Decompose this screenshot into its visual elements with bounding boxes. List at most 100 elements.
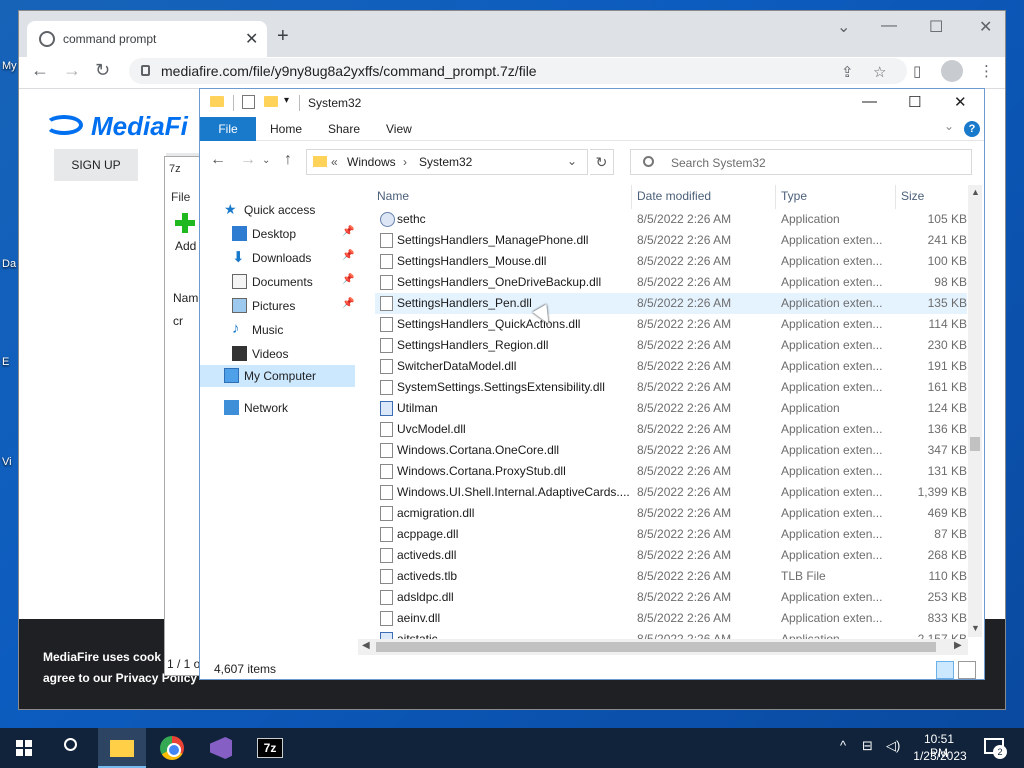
tab-home[interactable]: Home <box>270 122 302 136</box>
file-row[interactable]: SwitcherDataModel.dll 8/5/2022 2:26 AM App… <box>375 356 967 377</box>
forward-icon[interactable]: → <box>240 151 256 169</box>
breadcrumb-overflow[interactable]: « <box>331 155 338 169</box>
taskbar-visual-studio[interactable] <box>198 728 246 768</box>
recent-locations-icon[interactable]: ⌄ <box>262 155 270 166</box>
back-icon[interactable]: ← <box>31 60 49 81</box>
file-row[interactable]: SettingsHandlers_Pen.dll 8/5/2022 2:26 AM… <box>375 293 967 314</box>
browser-tab[interactable]: command prompt ✕ <box>27 21 267 57</box>
file-row[interactable]: Windows.UI.Shell.Internal.AdaptiveCards.… <box>375 482 967 503</box>
file-row[interactable]: SettingsHandlers_Mouse.dll 8/5/2022 2:26 … <box>375 251 967 272</box>
maximize-icon[interactable]: ☐ <box>929 17 943 37</box>
file-row[interactable]: acppage.dll 8/5/2022 2:26 AM Application e… <box>375 524 967 545</box>
bookmark-star-icon[interactable]: ☆ <box>873 63 886 81</box>
file-row[interactable]: sethc 8/5/2022 2:26 AM Application 105 KB <box>375 209 967 230</box>
scroll-left-icon[interactable]: ◀ <box>362 640 370 651</box>
clock-date[interactable]: 1/23/2023 <box>912 749 968 763</box>
close-icon[interactable]: ✕ <box>954 93 967 111</box>
close-icon[interactable]: ✕ <box>979 17 992 37</box>
large-icons-view-icon[interactable] <box>958 661 976 679</box>
column-header-name[interactable]: Name <box>377 189 409 203</box>
file-row[interactable]: activeds.dll 8/5/2022 2:26 AM Application … <box>375 545 967 566</box>
scrollbar-thumb[interactable] <box>970 437 980 451</box>
share-icon[interactable]: ⇪ <box>841 63 854 81</box>
nav-music[interactable]: ♪ Music <box>200 319 360 341</box>
new-folder-icon[interactable] <box>264 96 278 107</box>
url-text[interactable]: mediafire.com/file/y9ny8ug8a2yxffs/comma… <box>161 63 537 79</box>
add-icon[interactable] <box>175 213 195 233</box>
sevenzip-menu-file[interactable]: File <box>171 190 190 204</box>
file-row[interactable]: aeinv.dll 8/5/2022 2:26 AM Application ext… <box>375 608 967 629</box>
desktop-icon-label[interactable]: E <box>2 356 9 368</box>
close-tab-icon[interactable]: ✕ <box>245 29 258 49</box>
details-view-icon[interactable] <box>936 661 954 679</box>
horizontal-scrollbar[interactable]: ◀ ▶ <box>358 639 968 655</box>
column-header-size[interactable]: Size <box>901 189 924 203</box>
file-row[interactable]: Utilman 8/5/2022 2:26 AM Application 124 KB <box>375 398 967 419</box>
scroll-right-icon[interactable]: ▶ <box>954 640 962 651</box>
nav-quick-access[interactable]: ★ Quick access <box>200 199 360 221</box>
file-row[interactable]: acmigration.dll 8/5/2022 2:26 AM Applicati… <box>375 503 967 524</box>
file-row[interactable]: SettingsHandlers_ManagePhone.dll 8/5/2022… <box>375 230 967 251</box>
show-hidden-icons-icon[interactable]: ^ <box>840 738 846 753</box>
column-divider[interactable] <box>895 185 896 209</box>
file-row[interactable]: activeds.tlb 8/5/2022 2:26 AM TLB File 110 … <box>375 566 967 587</box>
tab-search-icon[interactable]: ⌄ <box>837 17 850 37</box>
address-bar[interactable]: mediafire.com/file/y9ny8ug8a2yxffs/comma… <box>129 58 907 84</box>
column-divider[interactable] <box>631 185 632 209</box>
column-name[interactable]: Nam <box>173 291 198 305</box>
minimize-icon[interactable]: — <box>862 93 877 110</box>
mediafire-logo[interactable]: MediaFi <box>91 111 188 142</box>
scrollbar-thumb[interactable] <box>376 642 936 652</box>
file-row[interactable]: SettingsHandlers_QuickActions.dll 8/5/202… <box>375 314 967 335</box>
scroll-down-icon[interactable]: ▼ <box>971 623 980 633</box>
up-icon[interactable]: ↑ <box>284 151 292 169</box>
volume-icon[interactable]: ◁) <box>886 738 900 754</box>
tab-file[interactable]: File <box>200 117 256 141</box>
taskbar-file-explorer[interactable] <box>98 728 146 768</box>
file-row[interactable]: Windows.Cortana.OneCore.dll 8/5/2022 2:26… <box>375 440 967 461</box>
nav-videos[interactable]: Videos <box>200 343 360 365</box>
add-button-label[interactable]: Add <box>175 239 196 253</box>
column-divider[interactable] <box>775 185 776 209</box>
address-bar[interactable]: « Windows › System32 ⌄ <box>306 149 588 175</box>
profile-avatar[interactable] <box>941 60 963 82</box>
archive-row[interactable]: cr <box>173 314 183 328</box>
nav-documents[interactable]: Documents 📌 <box>200 271 360 293</box>
file-row[interactable]: adsldpc.dll 8/5/2022 2:26 AM Application e… <box>375 587 967 608</box>
file-row[interactable]: SettingsHandlers_Region.dll 8/5/2022 2:26… <box>375 335 967 356</box>
nav-downloads[interactable]: ⬇ Downloads 📌 <box>200 247 360 269</box>
network-tray-icon[interactable]: ⊟ <box>862 738 873 754</box>
desktop-icon-label[interactable]: Da <box>2 258 16 270</box>
signup-button[interactable]: SIGN UP <box>54 149 138 181</box>
column-header-type[interactable]: Type <box>781 189 807 203</box>
back-icon[interactable]: ← <box>210 151 226 169</box>
expand-ribbon-icon[interactable]: ⌄ <box>944 119 954 133</box>
taskbar-search-button[interactable] <box>48 728 96 768</box>
desktop-icon-label[interactable]: Vi <box>2 456 12 468</box>
side-panel-icon[interactable]: ▯ <box>913 62 921 80</box>
maximize-icon[interactable]: ☐ <box>908 93 921 111</box>
address-dropdown-icon[interactable]: ⌄ <box>567 154 577 168</box>
scroll-up-icon[interactable]: ▲ <box>971 187 980 197</box>
nav-pictures[interactable]: Pictures 📌 <box>200 295 360 317</box>
taskbar-chrome[interactable] <box>148 728 196 768</box>
refresh-icon[interactable]: ↻ <box>590 149 614 175</box>
customize-qat-icon[interactable]: ▾ <box>284 95 289 106</box>
forward-icon[interactable]: → <box>63 60 81 81</box>
search-input[interactable]: Search System32 <box>630 149 972 175</box>
tab-share[interactable]: Share <box>328 122 360 136</box>
nav-desktop[interactable]: Desktop 📌 <box>200 223 360 245</box>
lock-icon[interactable] <box>141 65 150 76</box>
desktop-icon-label[interactable]: My <box>2 60 17 72</box>
nav-network[interactable]: Network <box>200 397 360 419</box>
minimize-icon[interactable]: — <box>881 17 897 35</box>
file-row[interactable]: UvcModel.dll 8/5/2022 2:26 AM Application … <box>375 419 967 440</box>
tab-view[interactable]: View <box>386 122 412 136</box>
file-row[interactable]: SettingsHandlers_OneDriveBackup.dll 8/5/2… <box>375 272 967 293</box>
help-icon[interactable]: ? <box>964 121 980 137</box>
start-button[interactable] <box>0 728 48 768</box>
reload-icon[interactable]: ↻ <box>95 60 110 81</box>
breadcrumb-system32[interactable]: System32 <box>419 155 472 169</box>
breadcrumb-separator[interactable]: › <box>403 155 407 169</box>
properties-icon[interactable] <box>242 95 255 109</box>
